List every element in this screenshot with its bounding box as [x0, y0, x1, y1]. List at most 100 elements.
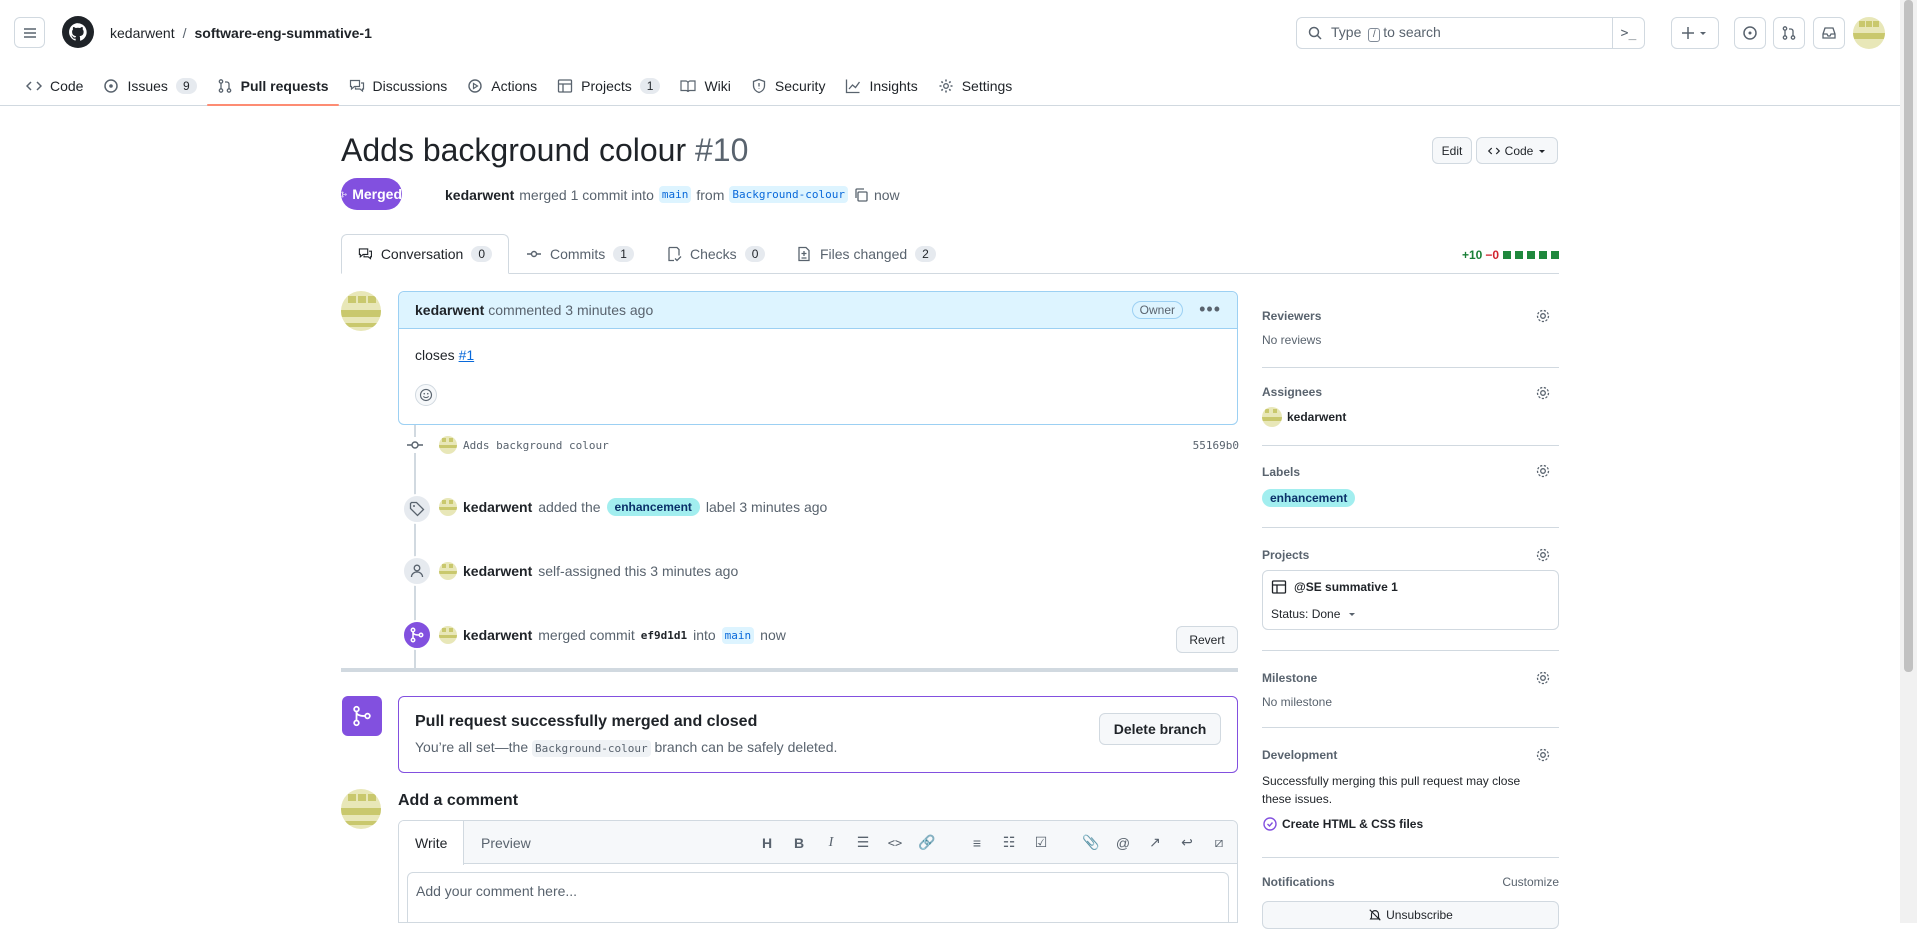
projects-title[interactable]: Projects — [1262, 548, 1559, 562]
comment-author[interactable]: kedarwent — [415, 302, 484, 318]
cross-reference-icon[interactable]: ↗ — [1145, 834, 1165, 851]
nav-issues[interactable]: Issues 9 — [93, 66, 206, 106]
gear-icon[interactable] — [1535, 308, 1551, 324]
base-branch[interactable]: main — [658, 186, 692, 203]
italic-icon[interactable]: I — [821, 835, 841, 851]
write-tab[interactable]: Write — [399, 821, 465, 865]
tab-checks[interactable]: Checks 0 — [666, 234, 766, 274]
milestone-title[interactable]: Milestone — [1262, 671, 1559, 685]
slash-command-icon[interactable]: ⧄ — [1209, 834, 1229, 851]
tab-files-changed[interactable]: Files changed 2 — [796, 234, 936, 274]
actor-avatar[interactable] — [439, 498, 457, 516]
repo-link[interactable]: software-eng-summative-1 — [194, 25, 371, 41]
nav-projects[interactable]: Projects 1 — [547, 66, 670, 106]
linked-issue[interactable]: Create HTML & CSS files — [1262, 816, 1559, 832]
copy-icon[interactable] — [853, 187, 869, 203]
attach-icon[interactable]: 📎 — [1081, 834, 1101, 851]
project-link[interactable]: @SE summative 1 — [1271, 579, 1550, 595]
pr-author[interactable]: kedarwent — [445, 187, 514, 203]
current-user-avatar[interactable] — [341, 789, 381, 829]
inbox-button[interactable] — [1813, 17, 1845, 49]
code-icon[interactable]: <> — [885, 836, 905, 850]
head-branch[interactable]: Background-colour — [729, 186, 848, 203]
merge-into-text: into — [693, 627, 716, 643]
menu-button[interactable] — [14, 17, 45, 48]
tab-commits[interactable]: Commits 1 — [526, 234, 634, 274]
inbox-icon — [1822, 27, 1836, 39]
command-palette-button[interactable]: >_ — [1612, 17, 1644, 49]
bold-icon[interactable]: B — [789, 835, 809, 851]
gear-icon[interactable] — [1535, 670, 1551, 686]
project-status-dropdown[interactable]: Status: Done — [1271, 607, 1550, 621]
customize-link[interactable]: Customize — [1502, 875, 1559, 889]
github-logo-icon[interactable] — [62, 16, 94, 48]
additions-count: +10 — [1461, 248, 1483, 262]
owner-link[interactable]: kedarwent — [110, 25, 175, 41]
task-list-icon[interactable]: ☑ — [1031, 834, 1051, 851]
create-new-button[interactable] — [1671, 17, 1719, 49]
merge-base-branch[interactable]: main — [721, 626, 755, 644]
mention-icon[interactable]: @ — [1113, 835, 1133, 851]
quote-icon[interactable]: ☰ — [853, 834, 873, 851]
kebab-menu-icon[interactable]: ••• — [1199, 300, 1221, 318]
pr-tabs: Conversation 0 Commits 1 Checks 0 Files … — [341, 234, 1559, 274]
assignees-title[interactable]: Assignees — [1262, 385, 1559, 399]
commit-message[interactable]: Adds background colour — [463, 439, 609, 452]
gear-icon[interactable] — [1535, 747, 1551, 763]
revert-button[interactable]: Revert — [1176, 626, 1238, 653]
discussion-icon — [349, 79, 364, 93]
reply-icon[interactable]: ↩ — [1177, 834, 1197, 851]
comment-textarea[interactable]: Add your comment here... — [407, 872, 1229, 922]
add-reaction-button[interactable] — [415, 384, 437, 406]
scrollbar-thumb[interactable] — [1904, 0, 1913, 672]
pull-requests-button[interactable] — [1773, 17, 1805, 49]
tab-count: 2 — [915, 246, 936, 262]
tab-conversation[interactable]: Conversation 0 — [341, 234, 509, 274]
gear-icon[interactable] — [1535, 385, 1551, 401]
sidebar-label-enhancement[interactable]: enhancement — [1262, 489, 1356, 507]
page-scrollbar[interactable] — [1900, 0, 1917, 923]
comment-author-avatar[interactable] — [341, 291, 381, 331]
nav-label: Insights — [869, 78, 918, 94]
development-title[interactable]: Development — [1262, 748, 1559, 762]
actor-avatar[interactable] — [439, 626, 457, 644]
nav-code[interactable]: Code — [16, 66, 93, 106]
assignee-name: kedarwent — [1287, 410, 1347, 424]
user-avatar[interactable] — [1853, 17, 1885, 49]
unordered-list-icon[interactable]: ☷ — [999, 834, 1019, 851]
gear-icon[interactable] — [1535, 463, 1551, 479]
nav-discussions[interactable]: Discussions — [339, 66, 458, 106]
reviewers-title[interactable]: Reviewers — [1262, 309, 1559, 323]
unsubscribe-button[interactable]: Unsubscribe — [1262, 901, 1559, 929]
delete-branch-button[interactable]: Delete branch — [1099, 713, 1221, 745]
heading-icon[interactable]: H — [757, 835, 777, 851]
labels-title[interactable]: Labels — [1262, 465, 1559, 479]
merge-commit-sha[interactable]: ef9d1d1 — [641, 629, 687, 642]
nav-security[interactable]: Security — [741, 66, 836, 106]
nav-settings[interactable]: Settings — [928, 66, 1023, 106]
actor-avatar[interactable] — [439, 562, 457, 580]
assign-actor[interactable]: kedarwent — [463, 563, 532, 579]
assignee-row[interactable]: kedarwent — [1262, 407, 1559, 427]
gear-icon[interactable] — [1535, 547, 1551, 563]
link-icon[interactable]: 🔗 — [917, 834, 937, 851]
label-actor[interactable]: kedarwent — [463, 499, 532, 515]
nav-pull-requests[interactable]: Pull requests — [206, 66, 339, 106]
merge-actor[interactable]: kedarwent — [463, 627, 532, 643]
edit-title-button[interactable]: Edit — [1432, 137, 1472, 164]
nav-wiki[interactable]: Wiki — [670, 66, 740, 106]
commit-sha[interactable]: 55169b0 — [1193, 439, 1239, 452]
nav-insights[interactable]: Insights — [835, 66, 927, 106]
issue-link[interactable]: #1 — [459, 347, 475, 363]
merge-time: now — [760, 627, 786, 643]
nav-actions[interactable]: Actions — [457, 66, 547, 106]
preview-tab[interactable]: Preview — [465, 821, 547, 864]
formatting-tools: H B I ☰ <> 🔗 ≡ ☷ ☑ 📎 @ ↗ ↩ ⧄ — [757, 821, 1229, 864]
search-input[interactable]: Type / to search >_ — [1296, 17, 1645, 49]
issues-button[interactable] — [1734, 17, 1766, 49]
commit-avatar[interactable] — [439, 436, 457, 454]
code-dropdown-button[interactable]: Code — [1476, 137, 1558, 164]
ordered-list-icon[interactable]: ≡ — [967, 835, 987, 851]
enhancement-label[interactable]: enhancement — [606, 498, 700, 516]
nav-count: 1 — [639, 78, 661, 94]
